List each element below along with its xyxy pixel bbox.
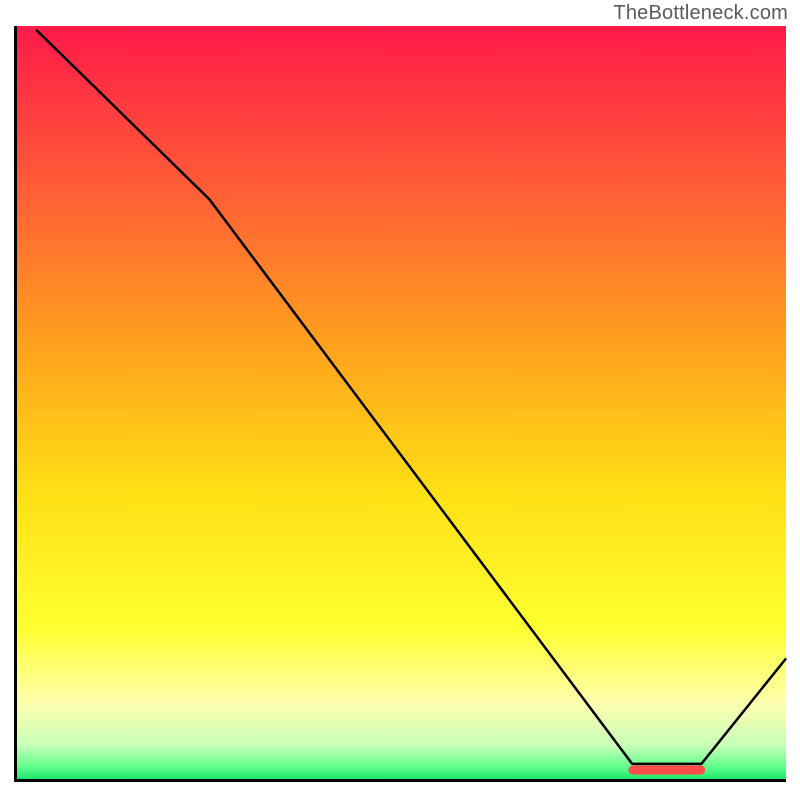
- bottleneck-chart: [0, 0, 800, 800]
- optimal-range-marker: [628, 765, 705, 774]
- chart-background: [17, 26, 786, 779]
